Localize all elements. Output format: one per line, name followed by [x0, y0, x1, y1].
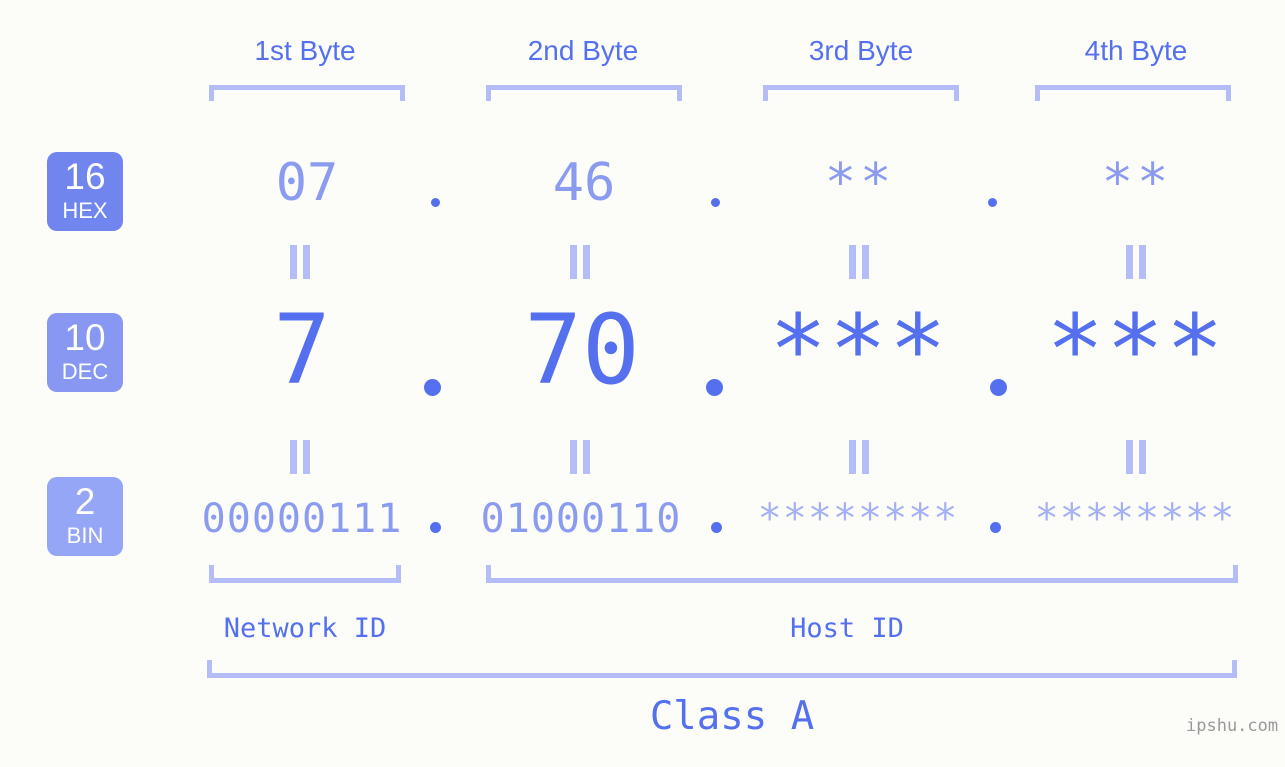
equals-icon-hex-dec-1 — [290, 245, 311, 279]
radix-badge-dec: 10 DEC — [47, 313, 123, 393]
equals-icon-dec-bin-1 — [290, 440, 311, 474]
bin-value-byte-4: ******** — [1034, 496, 1236, 542]
byte-bracket-top-4 — [1035, 85, 1231, 101]
radix-badge-hex-number: 16 — [64, 156, 106, 197]
host-id-label: Host ID — [790, 613, 904, 644]
byte-bracket-top-3 — [763, 85, 959, 101]
byte-header-label-2: 2nd Byte — [527, 35, 639, 66]
equals-icon-dec-bin-2 — [570, 440, 591, 474]
network-id-label: Network ID — [223, 613, 387, 644]
radix-badge-dec-name: DEC — [61, 358, 109, 384]
ip-address-breakdown-diagram: 1st Byte 2nd Byte 3rd Byte 4th Byte 16 H… — [0, 0, 1285, 767]
bin-separator-dot-3 — [990, 522, 1001, 533]
equals-icon-hex-dec-2 — [570, 245, 591, 279]
radix-badge-bin: 2 BIN — [47, 477, 123, 557]
dec-value-byte-1: 7 — [273, 294, 331, 406]
bin-value-byte-3: ******** — [757, 496, 959, 542]
host-id-bracket — [486, 565, 1238, 583]
hex-value-byte-4: ** — [1101, 153, 1173, 213]
class-label: Class A — [649, 694, 815, 739]
hex-value-byte-2: 46 — [552, 153, 616, 213]
radix-badge-hex-name: HEX — [62, 197, 108, 223]
equals-icon-dec-bin-3 — [849, 440, 870, 474]
radix-badge-bin-number: 2 — [74, 481, 96, 522]
equals-icon-dec-bin-4 — [1126, 440, 1147, 474]
hex-value-byte-3: ** — [824, 153, 896, 213]
equals-icon-hex-dec-3 — [849, 245, 870, 279]
byte-header-label-3: 3rd Byte — [808, 35, 914, 66]
bin-value-byte-1: 00000111 — [201, 496, 403, 542]
dec-separator-dot-1 — [424, 379, 441, 396]
dec-value-byte-2: 70 — [524, 294, 640, 406]
dec-value-byte-4: *** — [1046, 294, 1226, 406]
radix-badge-bin-name: BIN — [66, 522, 104, 548]
hex-separator-dot-3 — [988, 198, 997, 207]
radix-badge-hex: 16 HEX — [47, 152, 123, 232]
byte-bracket-top-1 — [209, 85, 405, 101]
dec-separator-dot-3 — [990, 379, 1007, 396]
byte-bracket-top-2 — [486, 85, 682, 101]
site-watermark: ipshu.com — [1186, 716, 1279, 736]
bin-value-byte-2: 01000110 — [480, 496, 682, 542]
hex-separator-dot-1 — [431, 198, 440, 207]
hex-value-byte-1: 07 — [275, 153, 339, 213]
bin-separator-dot-2 — [711, 522, 722, 533]
dec-separator-dot-2 — [706, 379, 723, 396]
equals-icon-hex-dec-4 — [1126, 245, 1147, 279]
class-bracket — [207, 660, 1237, 678]
network-id-bracket — [209, 565, 401, 583]
hex-separator-dot-2 — [711, 198, 720, 207]
byte-header-label-1: 1st Byte — [254, 35, 356, 66]
byte-header-label-4: 4th Byte — [1084, 35, 1188, 66]
bin-separator-dot-1 — [430, 522, 441, 533]
radix-badge-dec-number: 10 — [64, 317, 106, 358]
dec-value-byte-3: *** — [769, 294, 949, 406]
